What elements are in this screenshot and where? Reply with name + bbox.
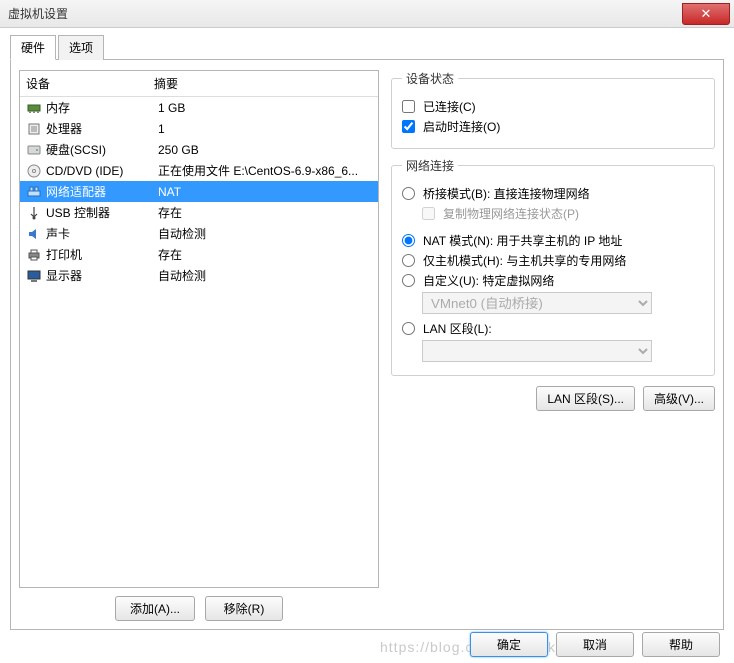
cd-icon: [26, 163, 42, 179]
hw-row-printer[interactable]: 打印机 存在: [20, 244, 378, 265]
custom-vmnet-select: VMnet0 (自动桥接): [422, 292, 652, 314]
window-close-button[interactable]: ✕: [682, 3, 730, 25]
hw-summary: 1: [158, 122, 372, 136]
cpu-icon: [26, 121, 42, 137]
hostonly-radio[interactable]: [402, 254, 415, 267]
replicate-label: 复制物理网络连接状态(P): [443, 205, 579, 222]
display-icon: [26, 268, 42, 284]
hw-label: 打印机: [46, 246, 154, 263]
hw-label: USB 控制器: [46, 204, 154, 221]
advanced-button[interactable]: 高级(V)...: [643, 386, 715, 411]
connect-at-poweron-label: 启动时连接(O): [423, 118, 500, 135]
hw-summary: 存在: [158, 246, 372, 263]
disk-icon: [26, 142, 42, 158]
hw-row-sound[interactable]: 声卡 自动检测: [20, 223, 378, 244]
sound-icon: [26, 226, 42, 242]
window-title: 虚拟机设置: [8, 5, 68, 22]
lan-segment-radio[interactable]: [402, 322, 415, 335]
hw-label: 处理器: [46, 120, 154, 137]
hw-row-usb[interactable]: USB 控制器 存在: [20, 202, 378, 223]
lan-segments-button[interactable]: LAN 区段(S)...: [536, 386, 635, 411]
hw-summary: 自动检测: [158, 225, 372, 242]
help-button[interactable]: 帮助: [642, 632, 720, 657]
remove-hardware-button[interactable]: 移除(R): [205, 596, 283, 621]
cancel-button[interactable]: 取消: [556, 632, 634, 657]
tab-hardware[interactable]: 硬件: [10, 35, 56, 60]
hostonly-label: 仅主机模式(H): 与主机共享的专用网络: [423, 252, 626, 269]
bridged-radio[interactable]: [402, 187, 415, 200]
hw-row-cpu[interactable]: 处理器 1: [20, 118, 378, 139]
nat-radio[interactable]: [402, 234, 415, 247]
hw-row-memory[interactable]: 内存 1 GB: [20, 97, 378, 118]
hw-summary: 250 GB: [158, 143, 372, 157]
hw-row-network[interactable]: 网络适配器 NAT: [20, 181, 378, 202]
hw-summary: 自动检测: [158, 267, 372, 284]
hw-label: 硬盘(SCSI): [46, 141, 154, 158]
col-device: 设备: [26, 75, 154, 92]
network-legend: 网络连接: [402, 157, 458, 174]
device-state-legend: 设备状态: [402, 70, 458, 87]
ok-button[interactable]: 确定: [470, 632, 548, 657]
connected-label: 已连接(C): [423, 98, 476, 115]
usb-icon: [26, 205, 42, 221]
lan-segment-select: [422, 340, 652, 362]
hw-row-disk[interactable]: 硬盘(SCSI) 250 GB: [20, 139, 378, 160]
printer-icon: [26, 247, 42, 263]
hardware-list[interactable]: 设备 摘要 内存 1 GB 处理器 1 硬盘(SCSI) 250 GB: [19, 70, 379, 588]
custom-label: 自定义(U): 特定虚拟网络: [423, 272, 554, 289]
connected-checkbox[interactable]: [402, 100, 415, 113]
network-connection-group: 网络连接 桥接模式(B): 直接连接物理网络 复制物理网络连接状态(P) NAT…: [391, 157, 715, 376]
hw-summary: 1 GB: [158, 101, 372, 115]
hw-summary: NAT: [158, 185, 372, 199]
hw-label: CD/DVD (IDE): [46, 164, 154, 178]
memory-icon: [26, 100, 42, 116]
replicate-checkbox: [422, 207, 435, 220]
nat-label: NAT 模式(N): 用于共享主机的 IP 地址: [423, 232, 622, 249]
col-summary: 摘要: [154, 75, 372, 92]
add-hardware-button[interactable]: 添加(A)...: [115, 596, 195, 621]
hw-summary: 存在: [158, 204, 372, 221]
hw-label: 网络适配器: [46, 183, 154, 200]
custom-radio[interactable]: [402, 274, 415, 287]
hw-row-display[interactable]: 显示器 自动检测: [20, 265, 378, 286]
tab-options[interactable]: 选项: [58, 35, 104, 60]
network-icon: [26, 184, 42, 200]
hw-label: 声卡: [46, 225, 154, 242]
lan-segment-label: LAN 区段(L):: [423, 320, 492, 337]
hw-label: 内存: [46, 99, 154, 116]
device-state-group: 设备状态 已连接(C) 启动时连接(O): [391, 70, 715, 149]
connect-at-poweron-checkbox[interactable]: [402, 120, 415, 133]
hw-row-cddvd[interactable]: CD/DVD (IDE) 正在使用文件 E:\CentOS-6.9-x86_6.…: [20, 160, 378, 181]
hw-summary: 正在使用文件 E:\CentOS-6.9-x86_6...: [158, 162, 372, 179]
hw-label: 显示器: [46, 267, 154, 284]
bridged-label: 桥接模式(B): 直接连接物理网络: [423, 185, 590, 202]
